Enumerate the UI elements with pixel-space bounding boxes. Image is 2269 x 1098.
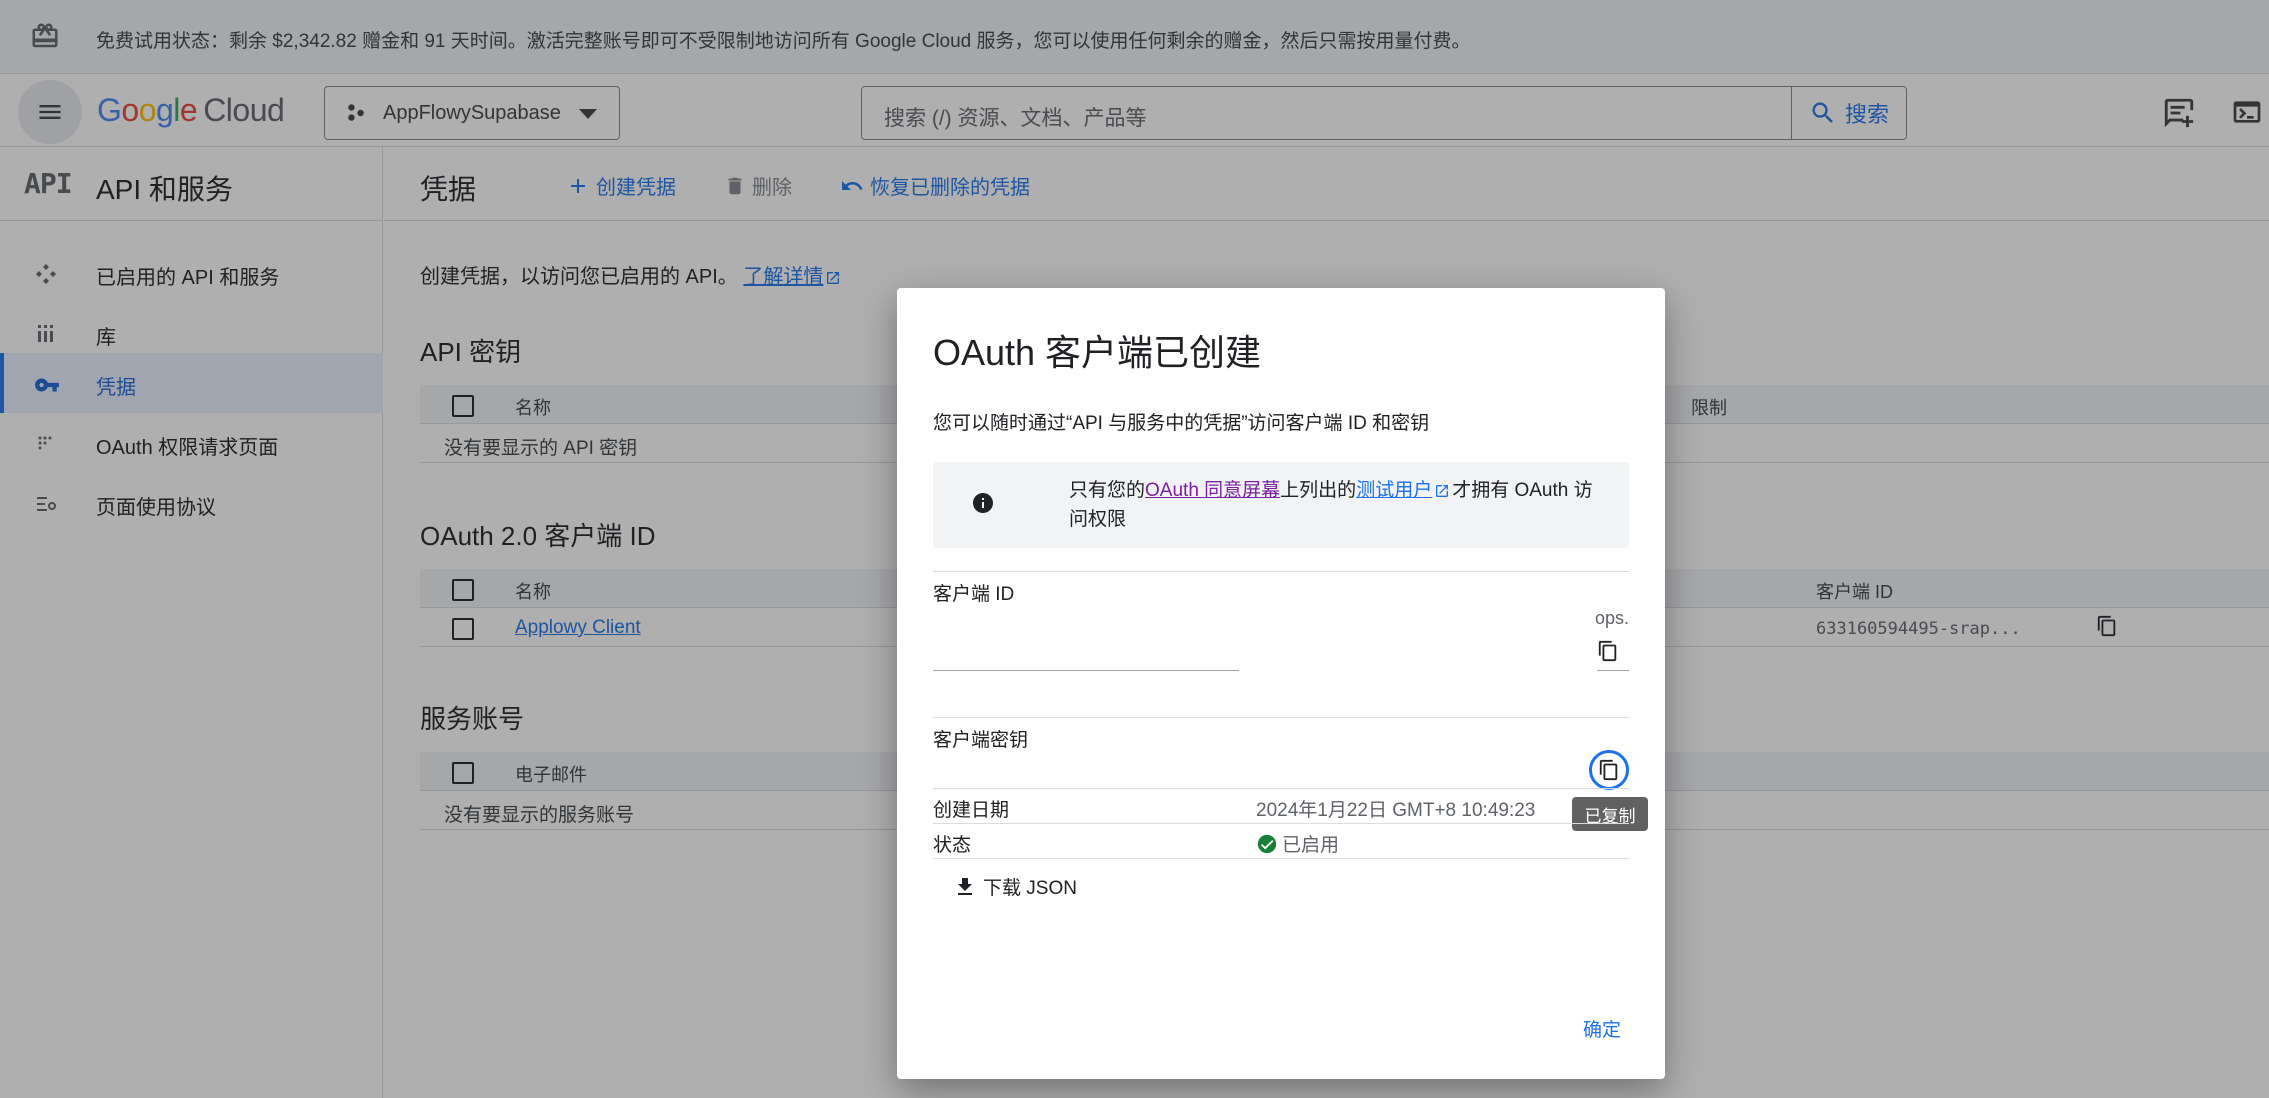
copy-icon [1598, 759, 1620, 781]
divider [933, 717, 1629, 718]
check-circle-icon [1256, 833, 1278, 855]
test-users-link[interactable]: 测试用户 [1356, 480, 1432, 501]
client-id-label: 客户端 ID [933, 584, 1015, 605]
external-link-icon [1434, 483, 1450, 499]
download-json-label: 下载 JSON [983, 878, 1077, 899]
created-date-label: 创建日期 [933, 800, 1010, 821]
copied-tooltip: 已复制 [1572, 797, 1648, 831]
dialog-subtitle: 您可以随时通过“API 与服务中的凭据”访问客户端 ID 和密钥 [933, 413, 1430, 434]
download-icon [953, 875, 977, 899]
client-secret-label: 客户端密钥 [933, 730, 1029, 751]
info-icon [971, 491, 995, 515]
dialog-title: OAuth 客户端已创建 [933, 332, 1262, 373]
info-note-text: 只有您的OAuth 同意屏幕上列出的测试用户 才拥有 OAuth 访问权限 [1069, 476, 1609, 534]
client-id-field[interactable] [933, 670, 1239, 671]
ok-button[interactable]: 确定 [1583, 1015, 1621, 1042]
created-date-value: 2024年1月22日 GMT+8 10:49:23 [1256, 800, 1536, 821]
note-mid: 上列出的 [1280, 480, 1357, 501]
status-value: 已启用 [1256, 830, 1339, 857]
info-note: 只有您的OAuth 同意屏幕上列出的测试用户 才拥有 OAuth 访问权限 [933, 462, 1629, 548]
divider [933, 823, 1629, 824]
note-prefix: 只有您的 [1069, 480, 1146, 501]
client-id-fragment: ops. [1595, 608, 1630, 628]
copy-field-underline [1597, 670, 1629, 671]
consent-screen-link[interactable]: OAuth 同意屏幕 [1145, 480, 1280, 501]
divider [933, 788, 1629, 789]
copy-client-secret-button[interactable] [1589, 750, 1629, 790]
copy-client-id-icon[interactable] [1597, 640, 1619, 662]
status-text: 已启用 [1282, 835, 1340, 856]
download-json-button[interactable]: 下载 JSON [953, 873, 1077, 900]
divider [933, 858, 1629, 859]
status-label: 状态 [933, 835, 972, 856]
divider [933, 571, 1629, 572]
oauth-created-dialog: OAuth 客户端已创建 您可以随时通过“API 与服务中的凭据”访问客户端 I… [897, 288, 1665, 1079]
